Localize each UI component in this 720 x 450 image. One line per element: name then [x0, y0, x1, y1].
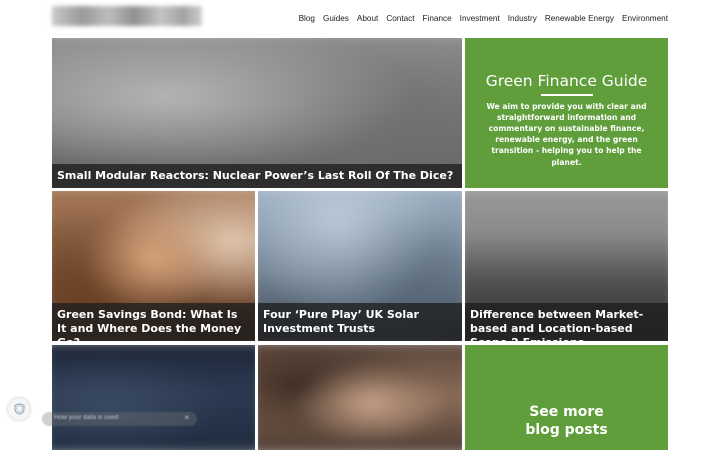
shield-icon: [14, 403, 24, 415]
post-title[interactable]: Green Savings Bond: What Is It and Where…: [52, 303, 255, 341]
post-tile-solar-investment-trusts[interactable]: Four ‘Pure Play’ UK Solar Investment Tru…: [258, 191, 462, 341]
cookie-notice[interactable]: How your data is used ×: [42, 412, 197, 426]
site-logo[interactable]: [52, 6, 202, 26]
post-image: [52, 345, 255, 450]
post-title[interactable]: Small Modular Reactors: Nuclear Power’s …: [52, 164, 462, 188]
post-tile-small-modular-reactors[interactable]: Small Modular Reactors: Nuclear Power’s …: [52, 38, 462, 188]
nav-industry[interactable]: Industry: [508, 13, 537, 25]
nav-investment[interactable]: Investment: [460, 13, 500, 25]
nav-finance[interactable]: Finance: [423, 13, 452, 25]
guide-description: We aim to provide you with clear and str…: [486, 101, 647, 167]
main-nav: Blog Guides About Contact Finance Invest…: [299, 13, 668, 25]
green-finance-guide-panel: Green Finance Guide We aim to provide yo…: [465, 38, 668, 188]
cookie-settings-button[interactable]: [8, 398, 30, 420]
guide-title: Green Finance Guide: [485, 72, 648, 90]
site-header: Blog Guides About Contact Finance Invest…: [0, 0, 720, 38]
see-more-label-2: blog posts: [525, 422, 608, 438]
nav-about[interactable]: About: [357, 13, 378, 25]
cookie-notice-text: How your data is used: [54, 414, 119, 421]
nav-renewable-energy[interactable]: Renewable Energy: [545, 13, 614, 25]
guide-divider: [540, 94, 593, 96]
post-image: [258, 345, 462, 450]
post-tile-green-savings-bond[interactable]: Green Savings Bond: What Is It and Where…: [52, 191, 255, 341]
post-title[interactable]: Four ‘Pure Play’ UK Solar Investment Tru…: [258, 303, 462, 341]
nav-environment[interactable]: Environment: [622, 13, 668, 25]
nav-guides[interactable]: Guides: [323, 13, 349, 25]
post-tile-5[interactable]: [52, 345, 255, 450]
nav-contact[interactable]: Contact: [386, 13, 414, 25]
see-more-posts-button[interactable]: See more blog posts: [465, 345, 668, 450]
nav-blog[interactable]: Blog: [299, 13, 315, 25]
close-icon[interactable]: ×: [184, 413, 189, 422]
post-tile-scope-2-emissions[interactable]: Difference between Market-based and Loca…: [465, 191, 668, 341]
post-tile-6[interactable]: [258, 345, 462, 450]
see-more-label: See more: [529, 404, 604, 420]
post-title[interactable]: Difference between Market-based and Loca…: [465, 303, 668, 341]
